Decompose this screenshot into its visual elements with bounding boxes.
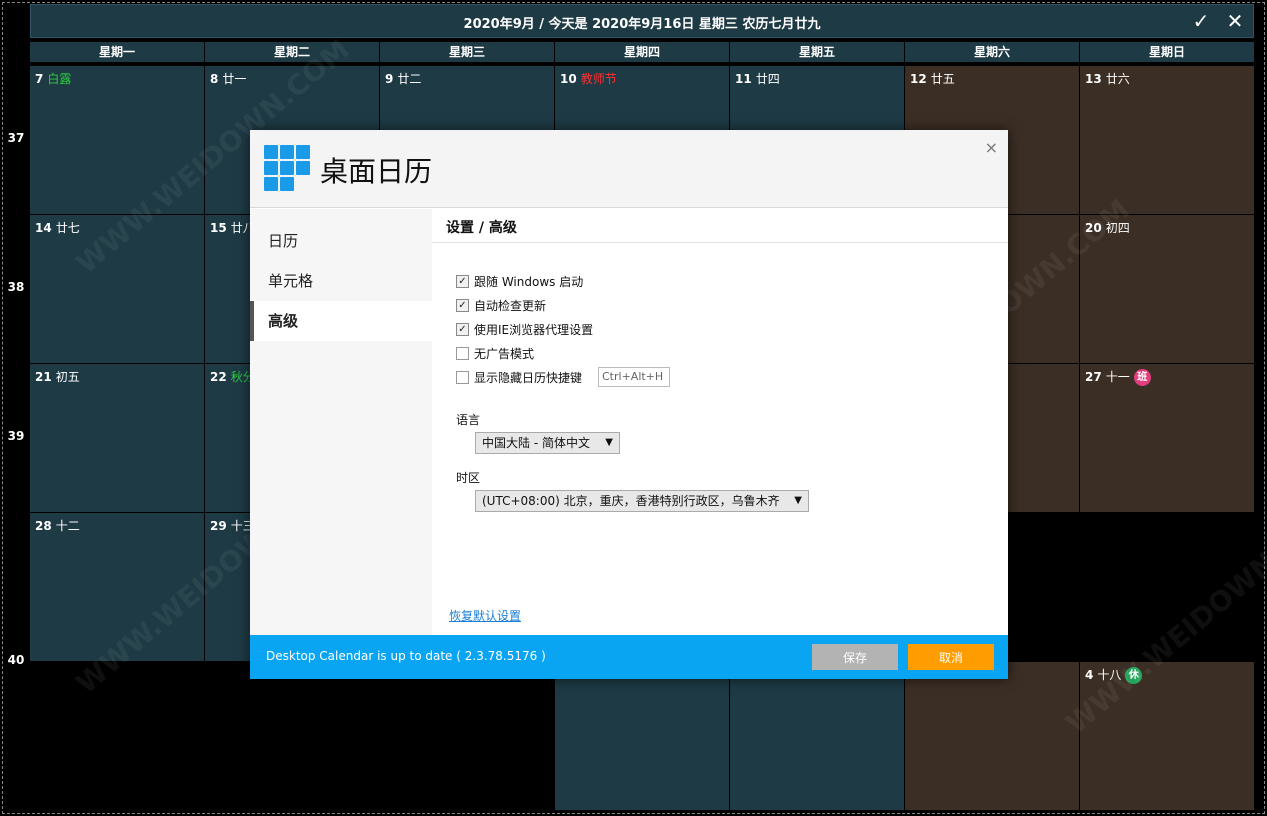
workday-badge: 班 (1133, 369, 1151, 386)
cancel-button[interactable]: 取消 (908, 644, 994, 670)
dropdown-arrow-icon: ▼ (794, 495, 802, 506)
option-auto-update[interactable]: ✓ 自动检查更新 (456, 296, 546, 314)
weekday-header-fri: 星期五 (730, 42, 904, 62)
header-title: 2020年9月 / 今天是 2020年9月16日 星期三 农历七月廿九 (463, 17, 821, 32)
hotkey-input[interactable]: Ctrl+Alt+H (598, 367, 670, 387)
checkbox-checked[interactable]: ✓ (456, 322, 469, 336)
timezone-select[interactable]: (UTC+08:00) 北京，重庆，香港特别行政区，乌鲁木齐 ▼ (475, 490, 809, 512)
day-number: 8 (210, 72, 219, 86)
day-number: 7 (35, 72, 44, 86)
day-number: 28 (35, 519, 52, 533)
dialog-title: 桌面日历 (320, 155, 433, 188)
nav-item-cell[interactable]: 单元格 (250, 261, 432, 301)
lunar-date: 廿二 (397, 72, 422, 86)
checkbox-unchecked[interactable] (456, 370, 469, 384)
desktop-calendar-app: 2020年9月 / 今天是 2020年9月16日 星期三 农历七月廿九 ✓ ✕ … (0, 0, 1267, 816)
day-cell[interactable]: 21 初五 (30, 364, 204, 512)
lunar-date: 教师节 (580, 72, 617, 86)
timezone-value: (UTC+08:00) 北京，重庆，香港特别行政区，乌鲁木齐 (482, 494, 780, 508)
checkbox-checked[interactable]: ✓ (456, 298, 469, 312)
language-select[interactable]: 中国大陆 - 简体中文 ▼ (475, 432, 620, 454)
holiday-badge: 休 (1125, 667, 1143, 684)
day-cell[interactable]: 14 廿七 (30, 215, 204, 363)
calendar-header: 2020年9月 / 今天是 2020年9月16日 星期三 农历七月廿九 ✓ ✕ (30, 4, 1254, 38)
dropdown-arrow-icon: ▼ (605, 437, 613, 448)
weekday-header-tue: 星期二 (205, 42, 379, 62)
save-button[interactable]: 保存 (812, 644, 898, 670)
timezone-label: 时区 (456, 471, 481, 485)
lunar-date: 初五 (55, 370, 80, 384)
option-hide-hotkey[interactable]: 显示隐藏日历快捷键 (456, 368, 582, 386)
lunar-date: 十二 (55, 519, 80, 533)
language-value: 中国大陆 - 简体中文 (482, 436, 590, 450)
dialog-footer: Desktop Calendar is up to date ( 2.3.78.… (250, 635, 1008, 679)
day-cell-weekend[interactable]: 20 初四 (1080, 215, 1254, 363)
option-ie-proxy[interactable]: ✓ 使用IE浏览器代理设置 (456, 320, 593, 338)
day-number: 11 (735, 72, 752, 86)
day-number: 14 (35, 221, 52, 235)
weekday-header-thu: 星期四 (555, 42, 729, 62)
section-title: 设置 / 高级 (446, 220, 517, 236)
lunar-date: 十一 (1105, 370, 1130, 384)
day-cell[interactable]: 7 白露 (30, 66, 204, 214)
day-number: 10 (560, 72, 577, 86)
restore-defaults-link[interactable]: 恢复默认设置 (449, 607, 521, 624)
section-divider (432, 242, 1008, 243)
settings-content: 设置 / 高级 ✓ 跟随 Windows 启动 ✓ 自动检查更新 ✓ 使用IE浏… (432, 209, 1008, 635)
day-cell-weekend[interactable]: 13 廿六 (1080, 66, 1254, 214)
day-cell[interactable] (555, 662, 729, 810)
lunar-date: 廿四 (755, 72, 780, 86)
day-number: 9 (385, 72, 394, 86)
day-number: 27 (1085, 370, 1102, 384)
week-number: 39 (7, 429, 25, 443)
calendar-logo-icon (264, 145, 312, 193)
lunar-date: 廿七 (55, 221, 80, 235)
option-label: 使用IE浏览器代理设置 (474, 322, 594, 337)
day-cell[interactable] (730, 662, 904, 810)
day-number: 22 (210, 370, 227, 384)
week-number: 40 (7, 653, 25, 667)
nav-item-calendar[interactable]: 日历 (250, 221, 432, 261)
weekday-header-wed: 星期三 (380, 42, 554, 62)
checkbox-checked[interactable]: ✓ (456, 274, 469, 288)
weekday-header-sun: 星期日 (1080, 42, 1254, 62)
option-start-with-windows[interactable]: ✓ 跟随 Windows 启动 (456, 272, 583, 290)
weekday-header-mon: 星期一 (30, 42, 204, 62)
option-label: 显示隐藏日历快捷键 (474, 370, 583, 385)
lunar-date: 廿六 (1105, 72, 1130, 86)
day-cell[interactable]: 28 十二 (30, 513, 204, 661)
option-label: 跟随 Windows 启动 (474, 274, 584, 289)
week-number: 38 (7, 280, 25, 294)
day-cell-weekend[interactable]: 4 十八休 (1080, 662, 1254, 810)
lunar-date: 廿五 (930, 72, 955, 86)
language-label: 语言 (456, 413, 481, 427)
day-number: 20 (1085, 221, 1102, 235)
lunar-date: 十八 (1097, 668, 1122, 682)
close-icon[interactable]: ✕ (1223, 10, 1247, 34)
option-no-ads[interactable]: 无广告模式 (456, 344, 534, 362)
settings-dialog: 桌面日历 × 日历 单元格 高级 设置 / 高级 ✓ 跟随 Windows 启动… (250, 130, 1008, 679)
dialog-header: 桌面日历 × (250, 130, 1008, 208)
close-icon[interactable]: × (985, 138, 998, 157)
day-number: 12 (910, 72, 927, 86)
weekday-header-sat: 星期六 (905, 42, 1079, 62)
nav-item-advanced[interactable]: 高级 (250, 301, 432, 341)
lunar-date: 廿一 (222, 72, 247, 86)
day-number: 15 (210, 221, 227, 235)
day-cell-weekend[interactable] (905, 662, 1079, 810)
lunar-date: 白露 (47, 72, 72, 86)
day-cell-weekend[interactable]: 27 十一班 (1080, 364, 1254, 512)
week-number: 37 (7, 131, 25, 145)
day-number: 13 (1085, 72, 1102, 86)
day-number: 4 (1085, 668, 1094, 682)
option-label: 无广告模式 (474, 346, 535, 361)
day-number: 29 (210, 519, 227, 533)
checkbox-unchecked[interactable] (456, 346, 469, 360)
day-number: 21 (35, 370, 52, 384)
confirm-check-icon[interactable]: ✓ (1189, 10, 1213, 34)
lunar-date: 初四 (1105, 221, 1130, 235)
update-status-text: Desktop Calendar is up to date ( 2.3.78.… (266, 649, 546, 663)
settings-nav: 日历 单元格 高级 (250, 209, 432, 635)
option-label: 自动检查更新 (474, 298, 547, 313)
